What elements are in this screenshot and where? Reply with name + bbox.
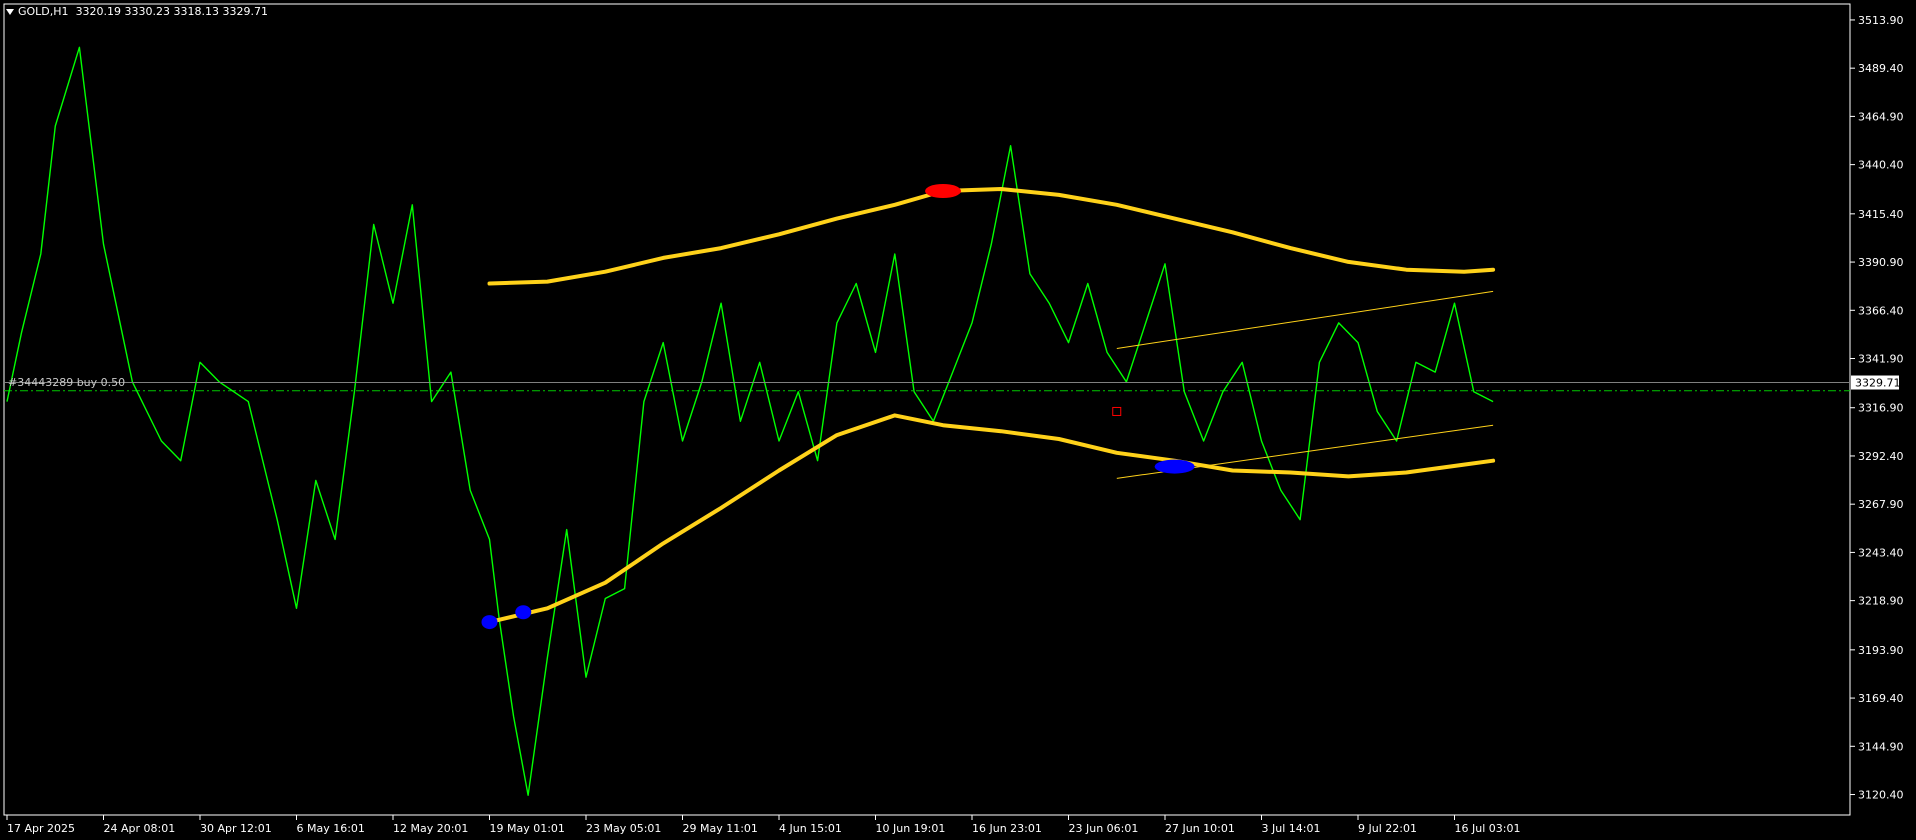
x-tick-label: 16 Jul 03:01 — [1455, 822, 1521, 835]
y-tick-label: 3316.90 — [1858, 402, 1904, 415]
y-tick-label: 3489.40 — [1858, 62, 1904, 75]
y-tick-label: 3144.90 — [1858, 740, 1904, 753]
y-tick-label: 3243.40 — [1858, 546, 1904, 559]
price-axis[interactable]: 3513.90 3489.40 3464.90 3440.40 3415.40 3390.… — [1850, 14, 1904, 802]
x-tick-label: 19 May 01:01 — [490, 822, 565, 835]
x-tick-label: 30 Apr 12:01 — [200, 822, 272, 835]
marker-layer — [481, 184, 1195, 630]
x-tick-label: 17 Apr 2025 — [7, 822, 75, 835]
x-tick-label: 16 Jun 23:01 — [972, 822, 1042, 835]
x-tick-label: 10 Jun 19:01 — [876, 822, 946, 835]
y-tick-label: 3218.90 — [1858, 595, 1904, 608]
y-tick-label: 3341.90 — [1858, 353, 1904, 366]
y-tick-label: 3193.90 — [1858, 644, 1904, 657]
current-price-layer: 3329.71 — [4, 375, 1901, 390]
y-tick-label: 3120.40 — [1858, 789, 1904, 802]
time-axis[interactable]: 17 Apr 2025 24 Apr 08:01 30 Apr 12:01 6 May… — [6, 815, 1521, 835]
plot-frame — [3, 3, 1851, 816]
chart-header: GOLD,H1 3320.19 3330.23 3318.13 3329.71 — [6, 5, 268, 18]
order-label[interactable]: #34443289 buy 0.50 — [8, 376, 125, 389]
buy-marker — [481, 615, 498, 630]
x-tick-label: 3 Jul 14:01 — [1262, 822, 1321, 835]
x-tick-label: 24 Apr 08:01 — [104, 822, 176, 835]
stop-marker-icon — [1112, 406, 1122, 416]
y-tick-label: 3366.40 — [1858, 304, 1904, 317]
chart-canvas[interactable]: 3513.90 3489.40 3464.90 3440.40 3415.40 3390.… — [0, 0, 1916, 840]
buy-marker — [1154, 459, 1195, 474]
current-price-label: 3329.71 — [1855, 377, 1901, 390]
ohlc-values: 3320.19 3330.23 3318.13 3329.71 — [75, 5, 269, 18]
buy-marker — [515, 605, 532, 620]
y-tick-label: 3513.90 — [1858, 14, 1904, 27]
series-envelope-upper — [487, 187, 1496, 286]
menu-triangle-icon[interactable] — [6, 9, 14, 15]
x-tick-label: 23 Jun 06:01 — [1069, 822, 1139, 835]
x-tick-label: 9 Jul 22:01 — [1358, 822, 1417, 835]
x-tick-label: 23 May 05:01 — [586, 822, 661, 835]
x-tick-label: 4 Jun 15:01 — [779, 822, 842, 835]
y-tick-label: 3464.90 — [1858, 110, 1904, 123]
symbol-timeframe: GOLD,H1 — [18, 5, 69, 18]
y-tick-label: 3415.40 — [1858, 208, 1904, 221]
series-layer — [4, 46, 1850, 796]
x-tick-label: 27 Jun 10:01 — [1165, 822, 1235, 835]
y-tick-label: 3440.40 — [1858, 159, 1904, 172]
series-price — [6, 46, 1494, 796]
y-tick-label: 3390.90 — [1858, 256, 1904, 269]
sell-marker — [925, 184, 962, 199]
x-tick-label: 12 May 20:01 — [393, 822, 468, 835]
x-tick-label: 29 May 11:01 — [683, 822, 758, 835]
y-tick-label: 3292.40 — [1858, 450, 1904, 463]
y-tick-label: 3267.90 — [1858, 498, 1904, 511]
x-tick-label: 6 May 16:01 — [297, 822, 365, 835]
y-tick-label: 3169.40 — [1858, 692, 1904, 705]
